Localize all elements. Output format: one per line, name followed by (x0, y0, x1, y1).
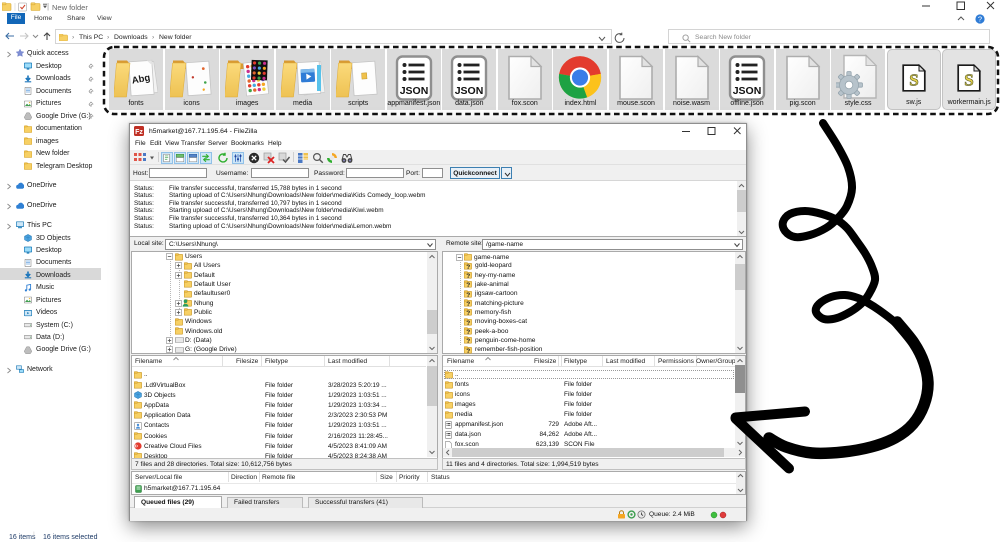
svg-text:?: ? (466, 329, 470, 335)
svg-text:S: S (909, 71, 918, 90)
svg-text:?: ? (466, 347, 470, 353)
svg-text:?: ? (466, 338, 470, 344)
svg-text:JSON: JSON (400, 85, 429, 97)
svg-text:S: S (964, 71, 973, 90)
svg-text:JSON: JSON (455, 85, 484, 97)
svg-text:?: ? (466, 310, 470, 316)
svg-text:JSON: JSON (733, 85, 762, 97)
svg-text:?: ? (466, 273, 470, 279)
svg-text:?: ? (466, 319, 470, 325)
svg-text:?: ? (466, 264, 470, 270)
svg-text:?: ? (466, 291, 470, 297)
svg-text:?: ? (466, 301, 470, 307)
svg-text:?: ? (466, 282, 470, 288)
svg-text:Fz: Fz (135, 129, 143, 136)
svg-text:?: ? (978, 15, 982, 24)
